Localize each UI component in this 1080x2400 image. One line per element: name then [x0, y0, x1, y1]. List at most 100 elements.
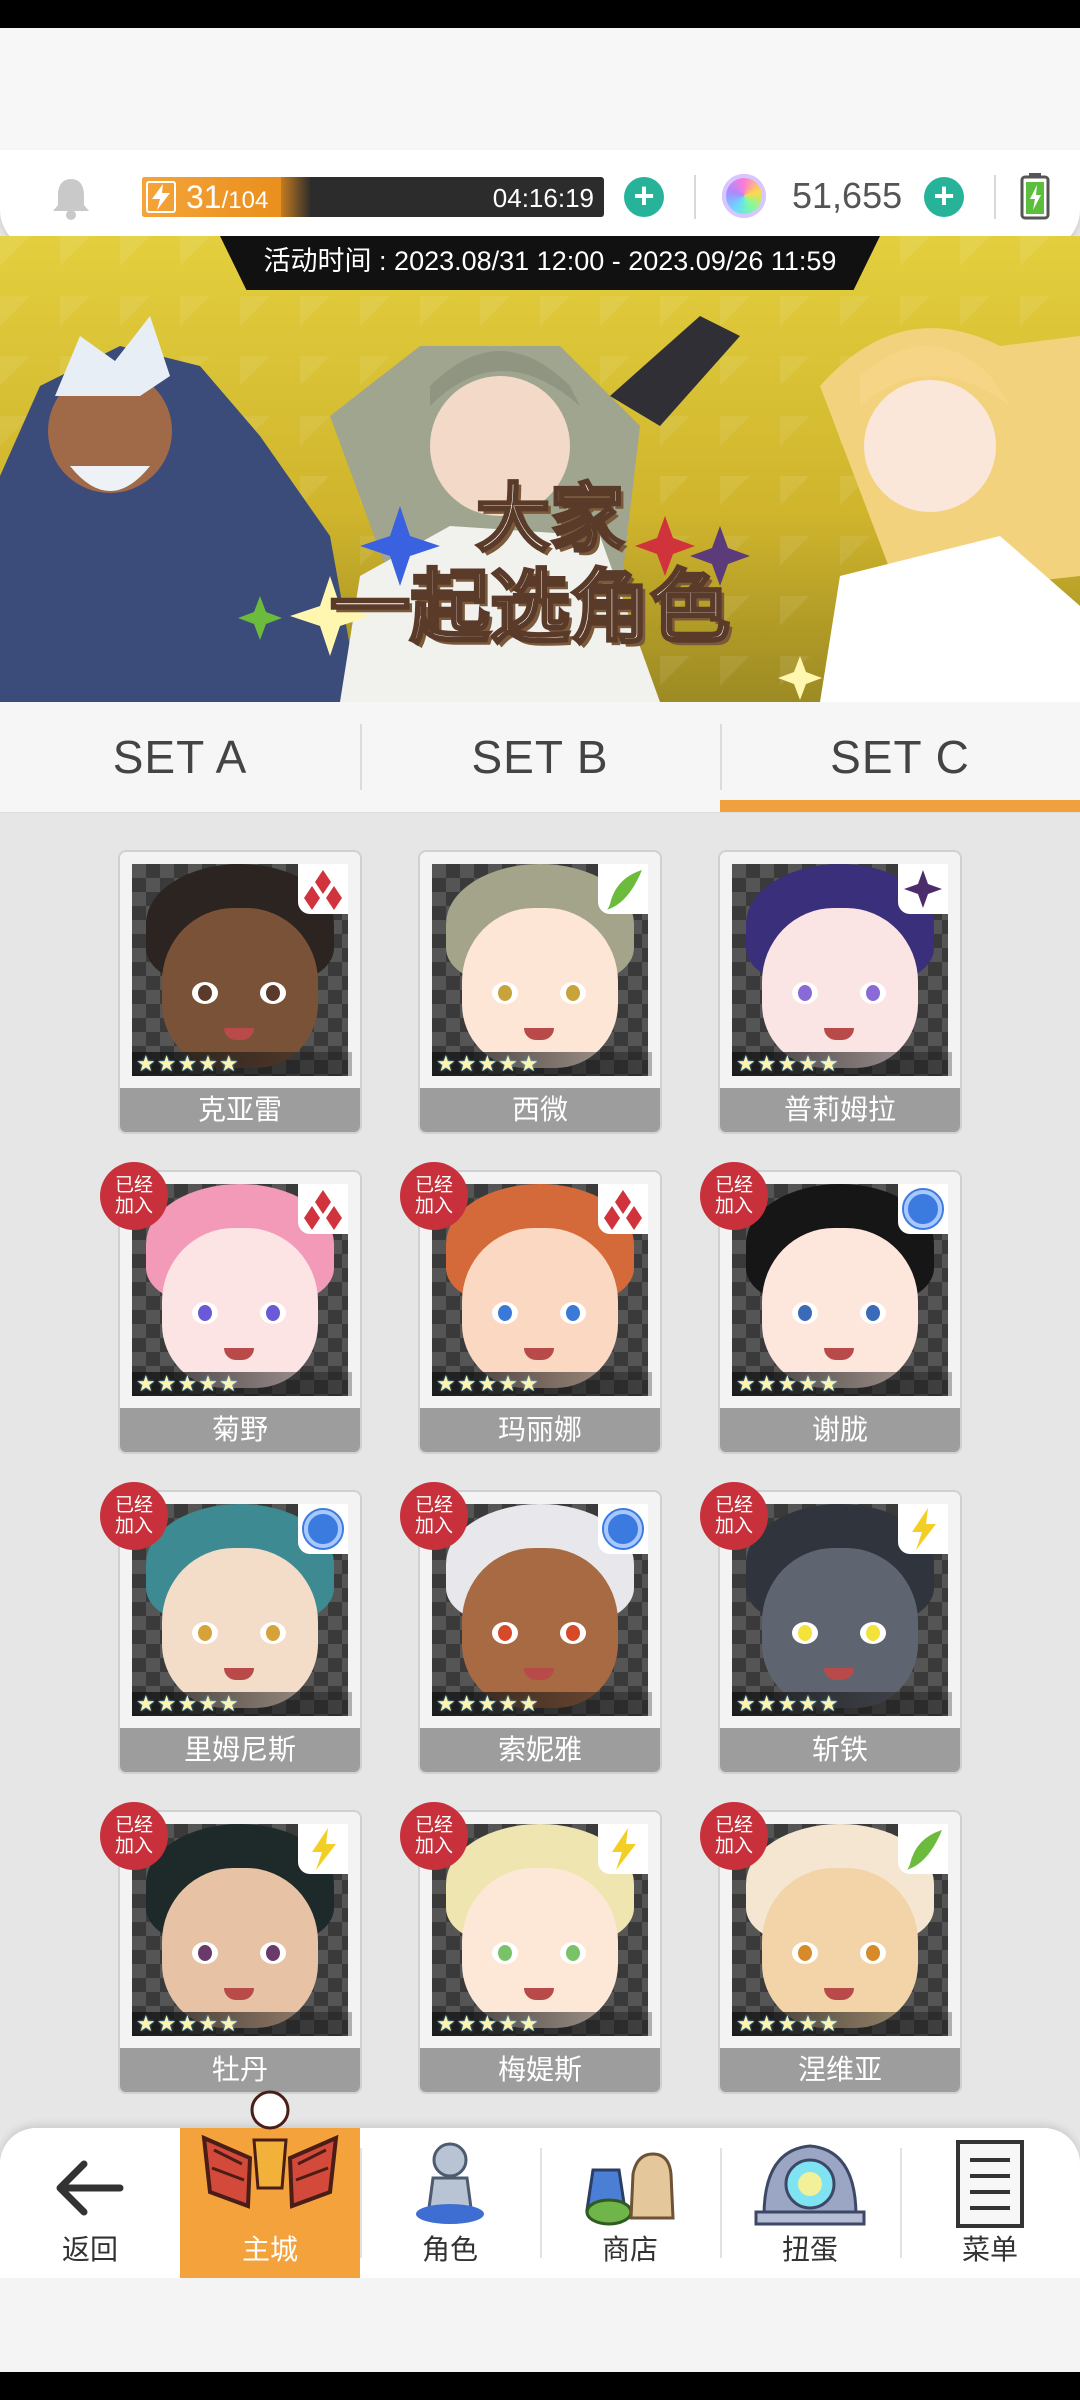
portrait-face: [762, 908, 918, 1068]
character-card[interactable]: ★★★★★ 普莉姆拉: [720, 852, 960, 1132]
stamina-max: 104: [228, 187, 269, 214]
nav-menu[interactable]: 菜单: [900, 2128, 1080, 2278]
joined-badge: 已经 加入: [700, 1162, 768, 1230]
banner-title: 大家 一起选角色: [300, 475, 800, 656]
water-circle-icon: [298, 1504, 348, 1554]
character-name: 谢胧: [720, 1408, 960, 1452]
nav-home[interactable]: 主城: [180, 2090, 360, 2278]
portrait-face: [462, 1548, 618, 1708]
portrait-face: [162, 1228, 318, 1388]
joined-label-line2: 加入: [714, 1516, 753, 1537]
character-card[interactable]: ★★★★★ 玛丽娜 已经 加入: [400, 1162, 660, 1452]
portrait-eye: [260, 1622, 286, 1644]
nav-character-label: 角色: [421, 2234, 478, 2265]
nav-gacha[interactable]: 扭蛋: [720, 2128, 900, 2278]
add-stamina-button[interactable]: +: [624, 177, 664, 217]
stamina-icon: [146, 181, 176, 213]
portrait-eye: [792, 1622, 818, 1644]
diamond-icon: [598, 1184, 648, 1234]
nav-shop[interactable]: 商店: [540, 2128, 720, 2278]
portrait-face: [162, 1868, 318, 2028]
add-gem-button[interactable]: +: [924, 177, 964, 217]
character-card[interactable]: ★★★★★ 谢胧 已经 加入: [700, 1162, 960, 1452]
joined-label-line1: 已经: [714, 1175, 753, 1196]
bell-icon[interactable]: [50, 175, 92, 221]
joined-label-line2: 加入: [114, 1836, 153, 1857]
character-card[interactable]: ★★★★★ 索妮雅 已经 加入: [400, 1482, 660, 1772]
lightning-icon: [898, 1504, 948, 1554]
portrait-face: [462, 1228, 618, 1388]
stamina-timer: 04:16:19: [492, 183, 594, 213]
character-name: 菊野: [120, 1408, 360, 1452]
joined-badge: 已经 加入: [100, 1162, 168, 1230]
battery-icon: [1020, 173, 1050, 220]
character-name: 里姆尼斯: [120, 1728, 360, 1772]
nav-character[interactable]: 角色: [360, 2128, 540, 2278]
joined-badge: 已经 加入: [100, 1482, 168, 1550]
character-card[interactable]: ★★★★★ 梅媞斯 已经 加入: [400, 1802, 660, 2092]
joined-label-line2: 加入: [414, 1516, 453, 1537]
portrait-face: [462, 1868, 618, 2028]
joined-label-line1: 已经: [114, 1815, 153, 1836]
stamina-value: 31/104: [186, 179, 269, 215]
character-name: 斩铁: [720, 1728, 960, 1772]
joined-badge: 已经 加入: [700, 1802, 768, 1870]
joined-label-line2: 加入: [714, 1196, 753, 1217]
header-divider: [694, 175, 696, 219]
rarity-stars: ★★★★★: [132, 1692, 352, 1716]
joined-label-line1: 已经: [414, 1495, 453, 1516]
diamond-icon: [298, 1184, 348, 1234]
stamina-current: 31: [186, 179, 222, 215]
joined-badge: 已经 加入: [700, 1482, 768, 1550]
tab-set-c[interactable]: SET C: [720, 702, 1080, 812]
resource-header: 31/104 04:16:19 + 51,655 +: [0, 150, 1080, 250]
rarity-stars: ★★★★★: [132, 1052, 352, 1076]
joined-label-line1: 已经: [114, 1175, 153, 1196]
character-card[interactable]: ★★★★★ 牡丹 已经 加入: [100, 1802, 360, 2092]
banner-title-line1: 大家: [475, 475, 626, 564]
nav-menu-label: 菜单: [961, 2234, 1018, 2265]
portrait-face: [762, 1548, 918, 1708]
set-tabs: SET A SET B SET C: [0, 702, 1080, 813]
joined-label-line2: 加入: [714, 1836, 753, 1857]
character-card[interactable]: ★★★★★ 斩铁 已经 加入: [700, 1482, 960, 1772]
character-card[interactable]: ★★★★★ 菊野 已经 加入: [100, 1162, 360, 1452]
portrait-face: [162, 908, 318, 1068]
joined-label-line2: 加入: [414, 1196, 453, 1217]
joined-badge: 已经 加入: [100, 1802, 168, 1870]
leaf-icon: [598, 864, 648, 914]
water-circle-icon: [598, 1504, 648, 1554]
character-card[interactable]: ★★★★★ 克亚雷: [120, 852, 360, 1132]
banner-title-line2: 一起选角色: [329, 560, 732, 655]
tab-set-b[interactable]: SET B: [360, 702, 720, 812]
dark-star-icon: [898, 864, 948, 914]
system-bottom-bar: [0, 2372, 1080, 2400]
portrait-eye: [492, 982, 518, 1004]
joined-label-line1: 已经: [414, 1175, 453, 1196]
portrait-eye: [260, 1942, 286, 1964]
system-nav-area: [0, 2278, 1080, 2372]
nav-back[interactable]: 返回: [0, 2128, 180, 2278]
portrait-face: [762, 1228, 918, 1388]
character-name: 梅媞斯: [420, 2048, 660, 2092]
joined-label-line1: 已经: [714, 1815, 753, 1836]
lightning-icon: [298, 1824, 348, 1874]
shop-icon: [585, 2152, 675, 2226]
rarity-stars: ★★★★★: [432, 1052, 652, 1076]
character-card[interactable]: ★★★★★ 涅维亚 已经 加入: [700, 1802, 960, 2092]
portrait-face: [162, 1548, 318, 1708]
system-status-bar: [0, 0, 1080, 28]
portrait-eye: [860, 982, 886, 1004]
tab-set-a[interactable]: SET A: [0, 702, 360, 812]
rarity-stars: ★★★★★: [732, 1372, 952, 1396]
character-card[interactable]: ★★★★★ 西微: [420, 852, 660, 1132]
event-banner[interactable]: 活动时间 : 2023.08/31 12:00 - 2023.09/26 11:…: [0, 236, 1080, 702]
leaf-icon: [898, 1824, 948, 1874]
portrait-eye: [492, 1622, 518, 1644]
rarity-stars: ★★★★★: [732, 2012, 952, 2036]
portrait-eye: [792, 982, 818, 1004]
joined-label-line2: 加入: [414, 1836, 453, 1857]
character-card[interactable]: ★★★★★ 里姆尼斯 已经 加入: [100, 1482, 360, 1772]
rarity-stars: ★★★★★: [132, 2012, 352, 2036]
portrait-eye: [560, 1622, 586, 1644]
